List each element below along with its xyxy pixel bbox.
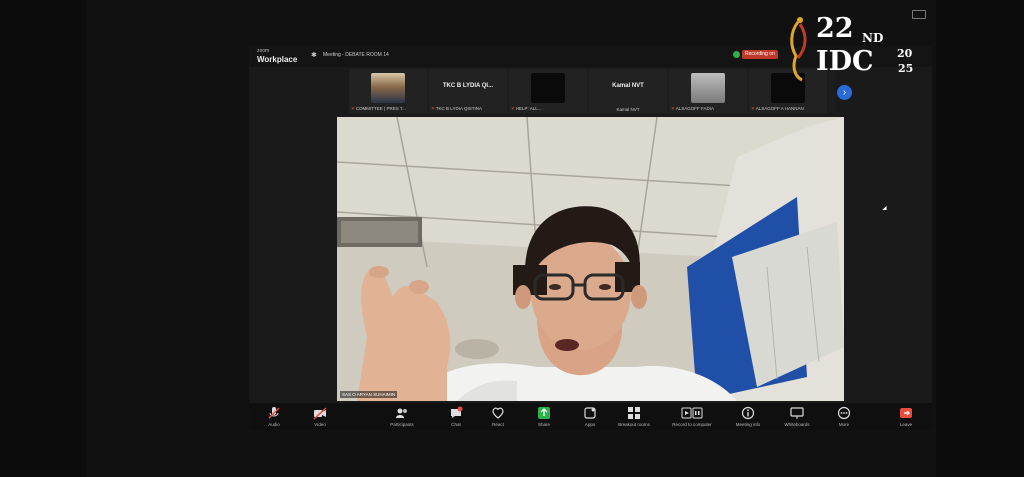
participant-name: Kamal NVT (612, 83, 644, 89)
participant-label: ALSAGOFF FADIA (675, 106, 715, 111)
next-page-arrow-icon[interactable]: › (837, 85, 852, 100)
event-year-top: 20 (897, 47, 913, 60)
record-label: Record to computer (672, 422, 712, 427)
more-icon (837, 406, 851, 420)
react-label: React (492, 422, 504, 427)
participants-label: Participants (390, 422, 414, 427)
participant-label: COMMITTEE | PRES T... (355, 106, 406, 111)
participant-tile[interactable]: ✕HELP: ALL... (509, 69, 587, 113)
chat-button[interactable]: Chat (445, 403, 467, 430)
mic-muted-icon: ✕ (751, 106, 755, 111)
participant-label: ALSAGOFF A HANNAN (755, 106, 804, 111)
video-label: Video (314, 422, 326, 427)
active-speaker-label: SAS O ARYAN SUHAIMIN (340, 391, 398, 398)
apps-icon (584, 407, 596, 419)
meeting-controls-toolbar: Audio Video Participants Chat React Shar… (249, 403, 932, 430)
meeting-info-button[interactable]: Meeting info (731, 403, 765, 430)
leave-icon (900, 408, 912, 418)
participant-tile[interactable]: TKC B LYDIA QI... ✕TKC B LYDIA QISTINA (429, 69, 507, 113)
chat-label: Chat (451, 422, 461, 427)
react-icon (492, 407, 504, 419)
mic-muted-icon: ✕ (511, 106, 515, 111)
share-label: Share (537, 422, 550, 427)
zoom-app-name: Workplace (257, 55, 298, 64)
apps-label: Apps (584, 422, 596, 427)
video-button[interactable]: Video (307, 403, 333, 430)
breakout-rooms-button[interactable]: Breakout rooms (613, 403, 655, 430)
meeting-icon: ✱ (311, 52, 317, 59)
more-label: More (838, 422, 850, 427)
security-shield-icon[interactable] (733, 51, 740, 58)
event-suffix: ND (862, 31, 884, 45)
participant-photo (531, 73, 565, 103)
breakout-rooms-icon (628, 407, 640, 419)
whiteboards-label: Whiteboards (784, 422, 810, 427)
participants-button[interactable]: Participants (385, 403, 419, 430)
participant-name: TKC B LYDIA QI... (442, 83, 494, 89)
event-year-bottom: 25 (898, 62, 914, 75)
zoom-meeting-window: zoom Workplace ✱ Meeting - DEBATE ROOM 1… (249, 46, 932, 430)
record-icon (681, 407, 703, 419)
audio-label: Audio (268, 422, 280, 427)
info-icon (741, 406, 755, 420)
mic-muted-icon (268, 407, 280, 419)
participant-tile[interactable]: Kamal NVT Kamal NVT (589, 69, 667, 113)
apps-button[interactable]: Apps (579, 403, 601, 430)
mic-muted-icon: ✕ (431, 106, 435, 111)
event-name: IDC (816, 46, 874, 77)
breakout-rooms-label: Breakout rooms (618, 422, 650, 427)
participant-label: HELP: ALL... (515, 106, 542, 111)
share-button[interactable]: Share (533, 403, 555, 430)
participant-label: Kamal NVT (616, 107, 640, 112)
speaker-video-frame (337, 117, 844, 401)
participant-photo (371, 73, 405, 103)
meeting-title: Meeting - DEBATE ROOM 14 (323, 52, 389, 58)
participant-photo (691, 73, 725, 103)
participants-icon (396, 408, 407, 418)
more-button[interactable]: More (833, 403, 855, 430)
whiteboard-icon (790, 407, 804, 419)
participant-thumbnail-strip: ✕COMMITTEE | PRES T... TKC B LYDIA QI...… (349, 69, 835, 113)
chat-icon (451, 406, 463, 418)
participant-tile[interactable]: ✕COMMITTEE | PRES T... (349, 69, 427, 113)
share-icon (538, 407, 550, 419)
meeting-info-label: Meeting info (735, 422, 761, 427)
zoom-logo-small: zoom (257, 48, 270, 54)
audio-button[interactable]: Audio (261, 403, 287, 430)
mic-muted-icon: ✕ (351, 106, 355, 111)
recording-badge[interactable]: Recording on (742, 50, 778, 59)
leave-button[interactable]: Leave (889, 403, 923, 430)
whiteboards-button[interactable]: Whiteboards (779, 403, 815, 430)
mic-muted-icon: ✕ (671, 106, 675, 111)
react-button[interactable]: React (487, 403, 509, 430)
video-off-icon (313, 407, 327, 420)
leave-label: Leave (899, 422, 913, 427)
record-button[interactable]: Record to computer (665, 403, 719, 430)
participant-tile[interactable]: ✕ALSAGOFF FADIA (669, 69, 747, 113)
participant-label: TKC B LYDIA QISTINA (435, 106, 482, 111)
event-number: 22 (816, 13, 854, 44)
active-speaker-video: SAS O ARYAN SUHAIMIN (337, 117, 844, 401)
